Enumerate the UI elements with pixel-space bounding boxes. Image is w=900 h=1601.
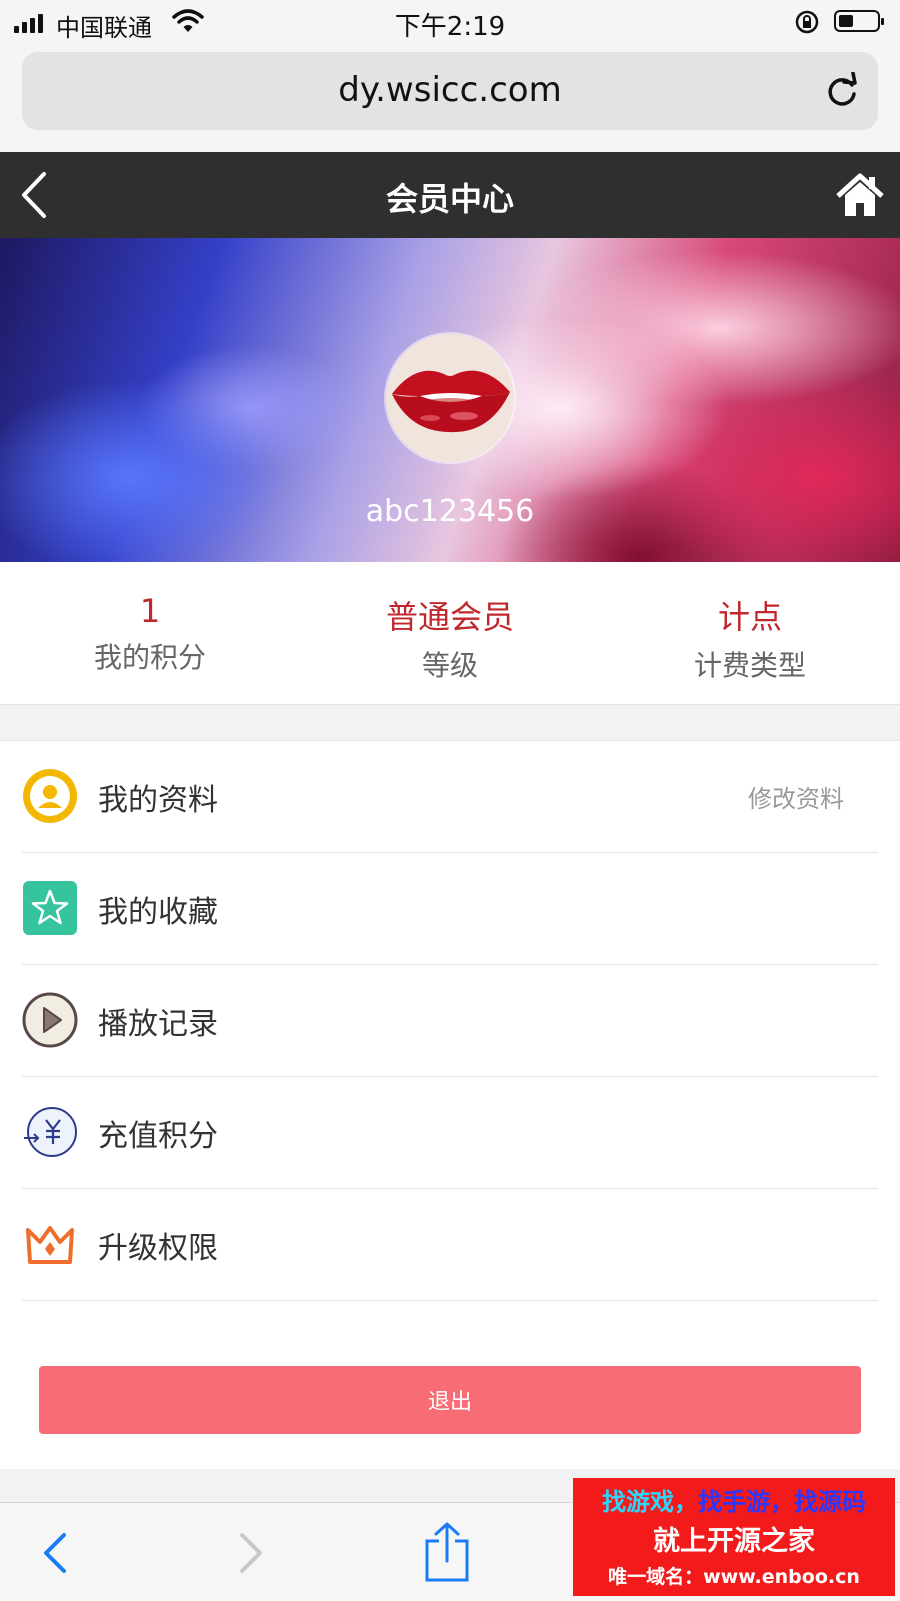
member-stats: 1 我的积分 普通会员 等级 计点 计费类型 <box>0 562 900 705</box>
menu-item-label: 充值积分 <box>98 1119 218 1154</box>
watermark-line: 找游戏，找手游，找源码 <box>573 1482 895 1517</box>
browser-back-icon[interactable] <box>40 1531 70 1579</box>
logout-button[interactable]: 退出 <box>39 1366 861 1434</box>
menu-item-label: 我的资料 <box>98 783 218 818</box>
page-title: 会员中心 <box>385 180 514 218</box>
stat-billing-type[interactable]: 计点 计费类型 <box>600 562 900 704</box>
status-time: 下午2:19 <box>394 12 506 42</box>
menu-item-history[interactable]: 播放记录 <box>22 965 878 1077</box>
stat-value: 计点 <box>717 598 782 636</box>
menu-item-label: 我的收藏 <box>98 895 218 930</box>
menu-item-recharge[interactable]: 充值积分 <box>22 1077 878 1189</box>
member-menu: 我的资料 修改资料 我的收藏 播放记录 充值积分 升级权限 <box>0 740 900 1469</box>
home-icon[interactable] <box>836 172 884 218</box>
browser-address-area: dy.wsicc.com <box>0 44 900 152</box>
star-icon <box>22 880 78 936</box>
orientation-lock-icon <box>794 9 820 39</box>
yen-icon <box>22 1104 78 1160</box>
stat-level[interactable]: 普通会员 等级 <box>300 562 600 704</box>
menu-item-upgrade[interactable]: 升级权限 <box>22 1189 878 1301</box>
stat-points[interactable]: 1 我的积分 <box>0 562 300 704</box>
address-bar[interactable]: dy.wsicc.com <box>22 52 878 130</box>
watermark-text: 找手游，找源码 <box>698 1488 866 1516</box>
menu-item-label: 播放记录 <box>98 1007 218 1042</box>
watermark-line: 就上开源之家 <box>653 1526 815 1557</box>
menu-item-favorites[interactable]: 我的收藏 <box>22 853 878 965</box>
share-icon[interactable] <box>424 1521 470 1587</box>
page-header: 会员中心 <box>0 152 900 238</box>
reload-icon[interactable] <box>824 71 860 114</box>
watermark-text: 找游戏， <box>602 1488 698 1516</box>
play-icon <box>22 992 78 1048</box>
stat-label: 计费类型 <box>693 649 806 682</box>
battery-icon <box>834 10 884 32</box>
watermark-line: 唯一域名：www.enboo.cn <box>608 1566 860 1588</box>
menu-item-label: 升级权限 <box>98 1231 218 1266</box>
stat-value: 普通会员 <box>385 598 514 636</box>
menu-item-profile[interactable]: 我的资料 修改资料 <box>22 741 878 853</box>
browser-forward-icon[interactable] <box>236 1531 266 1579</box>
username: abc123456 <box>365 494 535 529</box>
url-text[interactable]: dy.wsicc.com <box>22 70 878 110</box>
user-icon <box>22 768 78 824</box>
stat-label: 等级 <box>421 649 478 682</box>
status-bar: 中国联通 下午2:19 <box>0 0 900 44</box>
watermark-banner: 找游戏，找手游，找源码 就上开源之家 唯一域名：www.enboo.cn <box>573 1478 895 1596</box>
avatar[interactable] <box>386 334 514 462</box>
edit-profile-link[interactable]: 修改资料 <box>748 779 844 814</box>
profile-banner: abc123456 <box>0 238 900 562</box>
stat-value: 1 <box>139 592 161 630</box>
stat-label: 我的积分 <box>93 641 206 674</box>
crown-icon <box>22 1216 78 1272</box>
